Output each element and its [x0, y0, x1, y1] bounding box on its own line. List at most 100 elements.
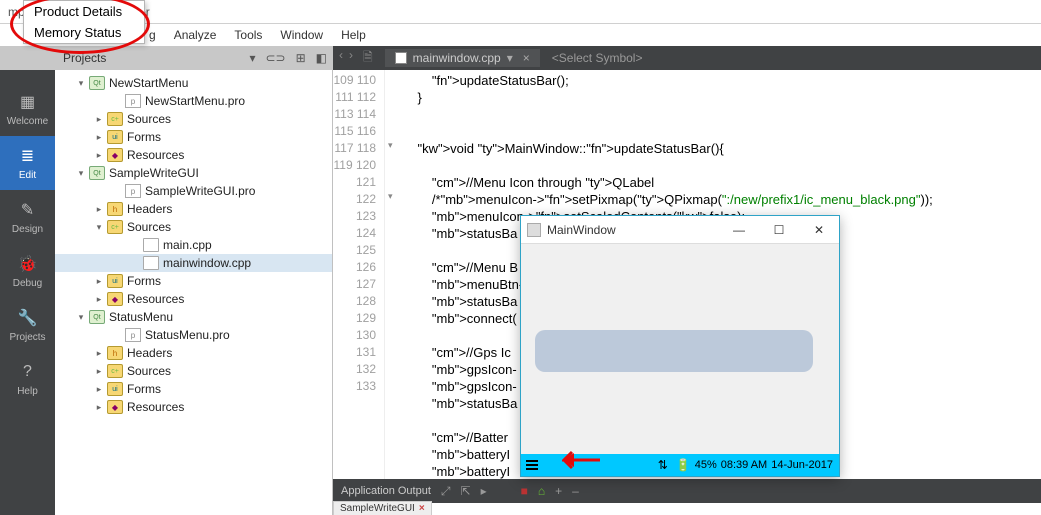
tree-row[interactable]: ▸ Forms — [55, 272, 332, 290]
tree-row[interactable]: ▸ Resources — [55, 146, 332, 164]
close-button[interactable]: ✕ — [799, 216, 839, 244]
mode-projects[interactable]: 🔧Projects — [0, 298, 55, 352]
context-menu-item[interactable]: Memory Status — [24, 22, 144, 43]
mode-welcome[interactable]: ▦Welcome — [0, 82, 55, 136]
twisty-icon[interactable]: ▸ — [93, 150, 105, 161]
tree-row[interactable]: main.cpp — [55, 236, 332, 254]
tree-row[interactable]: ▸Forms — [55, 128, 332, 146]
pro-icon — [125, 94, 141, 108]
context-menu-item[interactable]: Product Details — [24, 1, 144, 22]
tree-item-label: mainwindow.cpp — [163, 256, 251, 270]
fold-icon[interactable]: ▾ — [388, 191, 393, 202]
close-icon[interactable]: × — [419, 503, 425, 514]
nav-back-icon[interactable]: ‹ — [339, 48, 343, 69]
mode-debug[interactable]: 🐞Debug — [0, 244, 55, 298]
pencil-icon: ✎ — [18, 200, 38, 220]
tree-row[interactable]: ▸Headers — [55, 344, 332, 362]
tree-item-label: NewStartMenu.pro — [145, 94, 245, 108]
mode-help[interactable]: ?Help — [0, 352, 55, 406]
mode-edit[interactable]: ≣Edit — [0, 136, 55, 190]
app-content-box — [535, 330, 813, 372]
fold-icon[interactable]: ▾ — [388, 140, 393, 151]
mode-design[interactable]: ✎Design — [0, 190, 55, 244]
output-plus-icon[interactable]: + — [555, 484, 562, 498]
filter-icon[interactable]: ▾ — [249, 51, 255, 65]
editor-file-tab[interactable]: mainwindow.cpp ▾ × — [385, 49, 540, 67]
tree-row[interactable]: ▾Sources — [55, 218, 332, 236]
twisty-icon[interactable]: ▸ — [93, 384, 105, 395]
secondary-toolbar: Projects ▾ ⊂⊃ ⊞ ◧ ‹ › 🗎 mainwindow.cpp ▾… — [0, 46, 1041, 70]
running-app-window: MainWindow — ☐ ✕ ⇅ 🔋 45% 08:39 AM 14-Jun… — [520, 215, 840, 477]
menu-item[interactable]: Window — [271, 28, 332, 42]
twisty-icon[interactable]: ▾ — [75, 78, 87, 89]
twisty-icon[interactable]: ▾ — [93, 222, 105, 233]
output-minus-icon[interactable]: – — [572, 484, 579, 498]
tree-item-label: Resources — [127, 148, 184, 162]
twisty-icon[interactable]: ▸ — [93, 276, 105, 287]
tree-row[interactable]: ▸Headers — [55, 200, 332, 218]
document-icon: ≣ — [18, 146, 38, 166]
output-next-icon[interactable]: ▸ — [481, 484, 487, 498]
tree-row[interactable]: ▸Forms — [55, 380, 332, 398]
proj-icon — [89, 166, 105, 180]
output-expand-icon[interactable]: ⤢ — [441, 484, 451, 499]
app-titlebar[interactable]: MainWindow — ☐ ✕ — [521, 216, 839, 244]
twisty-icon[interactable]: ▾ — [75, 168, 87, 179]
project-tree[interactable]: ▾NewStartMenuNewStartMenu.pro▸Sources▸Fo… — [55, 70, 332, 420]
output-label[interactable]: Application Output — [341, 485, 431, 497]
tree-row[interactable]: ▾SampleWriteGUI — [55, 164, 332, 182]
symbol-selector[interactable]: <Select Symbol> — [552, 51, 643, 65]
folder-h-icon — [107, 202, 123, 216]
minimize-button[interactable]: — — [719, 216, 759, 244]
folder-cpp-icon — [107, 112, 123, 126]
tree-row[interactable]: ▸Sources — [55, 362, 332, 380]
tree-item-label: Forms — [127, 274, 161, 288]
context-menu-popup: Product Details Memory Status — [23, 0, 145, 44]
tree-row[interactable]: ▾ NewStartMenu — [55, 74, 332, 92]
status-time: 08:39 AM — [721, 459, 767, 471]
tree-row[interactable]: SampleWriteGUI.pro — [55, 182, 332, 200]
battery-percent: 45% — [695, 459, 717, 471]
output-filter-icon[interactable]: ⌂ — [538, 484, 545, 498]
tree-row[interactable]: ▸Resources — [55, 290, 332, 308]
tree-row[interactable]: ▸Sources — [55, 110, 332, 128]
twisty-icon[interactable]: ▸ — [93, 132, 105, 143]
twisty-icon[interactable]: ▸ — [93, 294, 105, 305]
tree-item-label: StatusMenu — [109, 310, 173, 324]
file-list-icon[interactable]: 🗎 — [363, 48, 373, 69]
fold-column: ▾▾ — [385, 70, 401, 515]
tree-row[interactable]: ▸Resources — [55, 398, 332, 416]
twisty-icon[interactable]: ▸ — [93, 348, 105, 359]
output-tab[interactable]: SampleWriteGUI × — [333, 501, 432, 515]
twisty-icon[interactable]: ▸ — [93, 114, 105, 125]
maximize-button[interactable]: ☐ — [759, 216, 799, 244]
twisty-icon[interactable]: ▾ — [75, 312, 87, 323]
battery-icon: 🔋 — [672, 458, 695, 472]
tree-item-label: main.cpp — [163, 238, 212, 252]
menu-item[interactable]: Analyze — [165, 28, 226, 42]
menu-item[interactable]: Help — [332, 28, 375, 42]
wrench-icon: 🔧 — [18, 308, 38, 328]
dropdown-icon[interactable]: ▾ — [507, 51, 513, 65]
twisty-icon[interactable]: ▸ — [93, 204, 105, 215]
file-icon — [143, 256, 159, 270]
tree-row[interactable]: ▾ StatusMenu — [55, 308, 332, 326]
tree-row[interactable]: StatusMenu.pro — [55, 326, 332, 344]
tree-row[interactable]: NewStartMenu.pro — [55, 92, 332, 110]
hamburger-icon[interactable] — [521, 454, 543, 476]
nav-fwd-icon[interactable]: › — [349, 48, 353, 69]
tree-row[interactable]: mainwindow.cpp — [55, 254, 332, 272]
twisty-icon[interactable]: ▸ — [93, 402, 105, 413]
tree-item-label: SampleWriteGUI.pro — [145, 184, 255, 198]
split-icon[interactable]: ⊞ — [296, 51, 306, 65]
link-icon[interactable]: ⊂⊃ — [265, 51, 285, 65]
close-icon[interactable]: × — [523, 51, 530, 65]
projects-label: Projects — [55, 51, 106, 65]
twisty-icon[interactable]: ▸ — [93, 366, 105, 377]
tree-item-label: NewStartMenu — [109, 76, 188, 90]
add-icon[interactable]: ◧ — [316, 51, 327, 65]
output-pin-icon[interactable]: ⇱ — [461, 484, 471, 498]
menu-item[interactable]: Tools — [225, 28, 271, 42]
output-stop-icon[interactable]: ■ — [521, 484, 528, 498]
app-statusbar: ⇅ 🔋 45% 08:39 AM 14-Jun-2017 — [521, 454, 839, 476]
